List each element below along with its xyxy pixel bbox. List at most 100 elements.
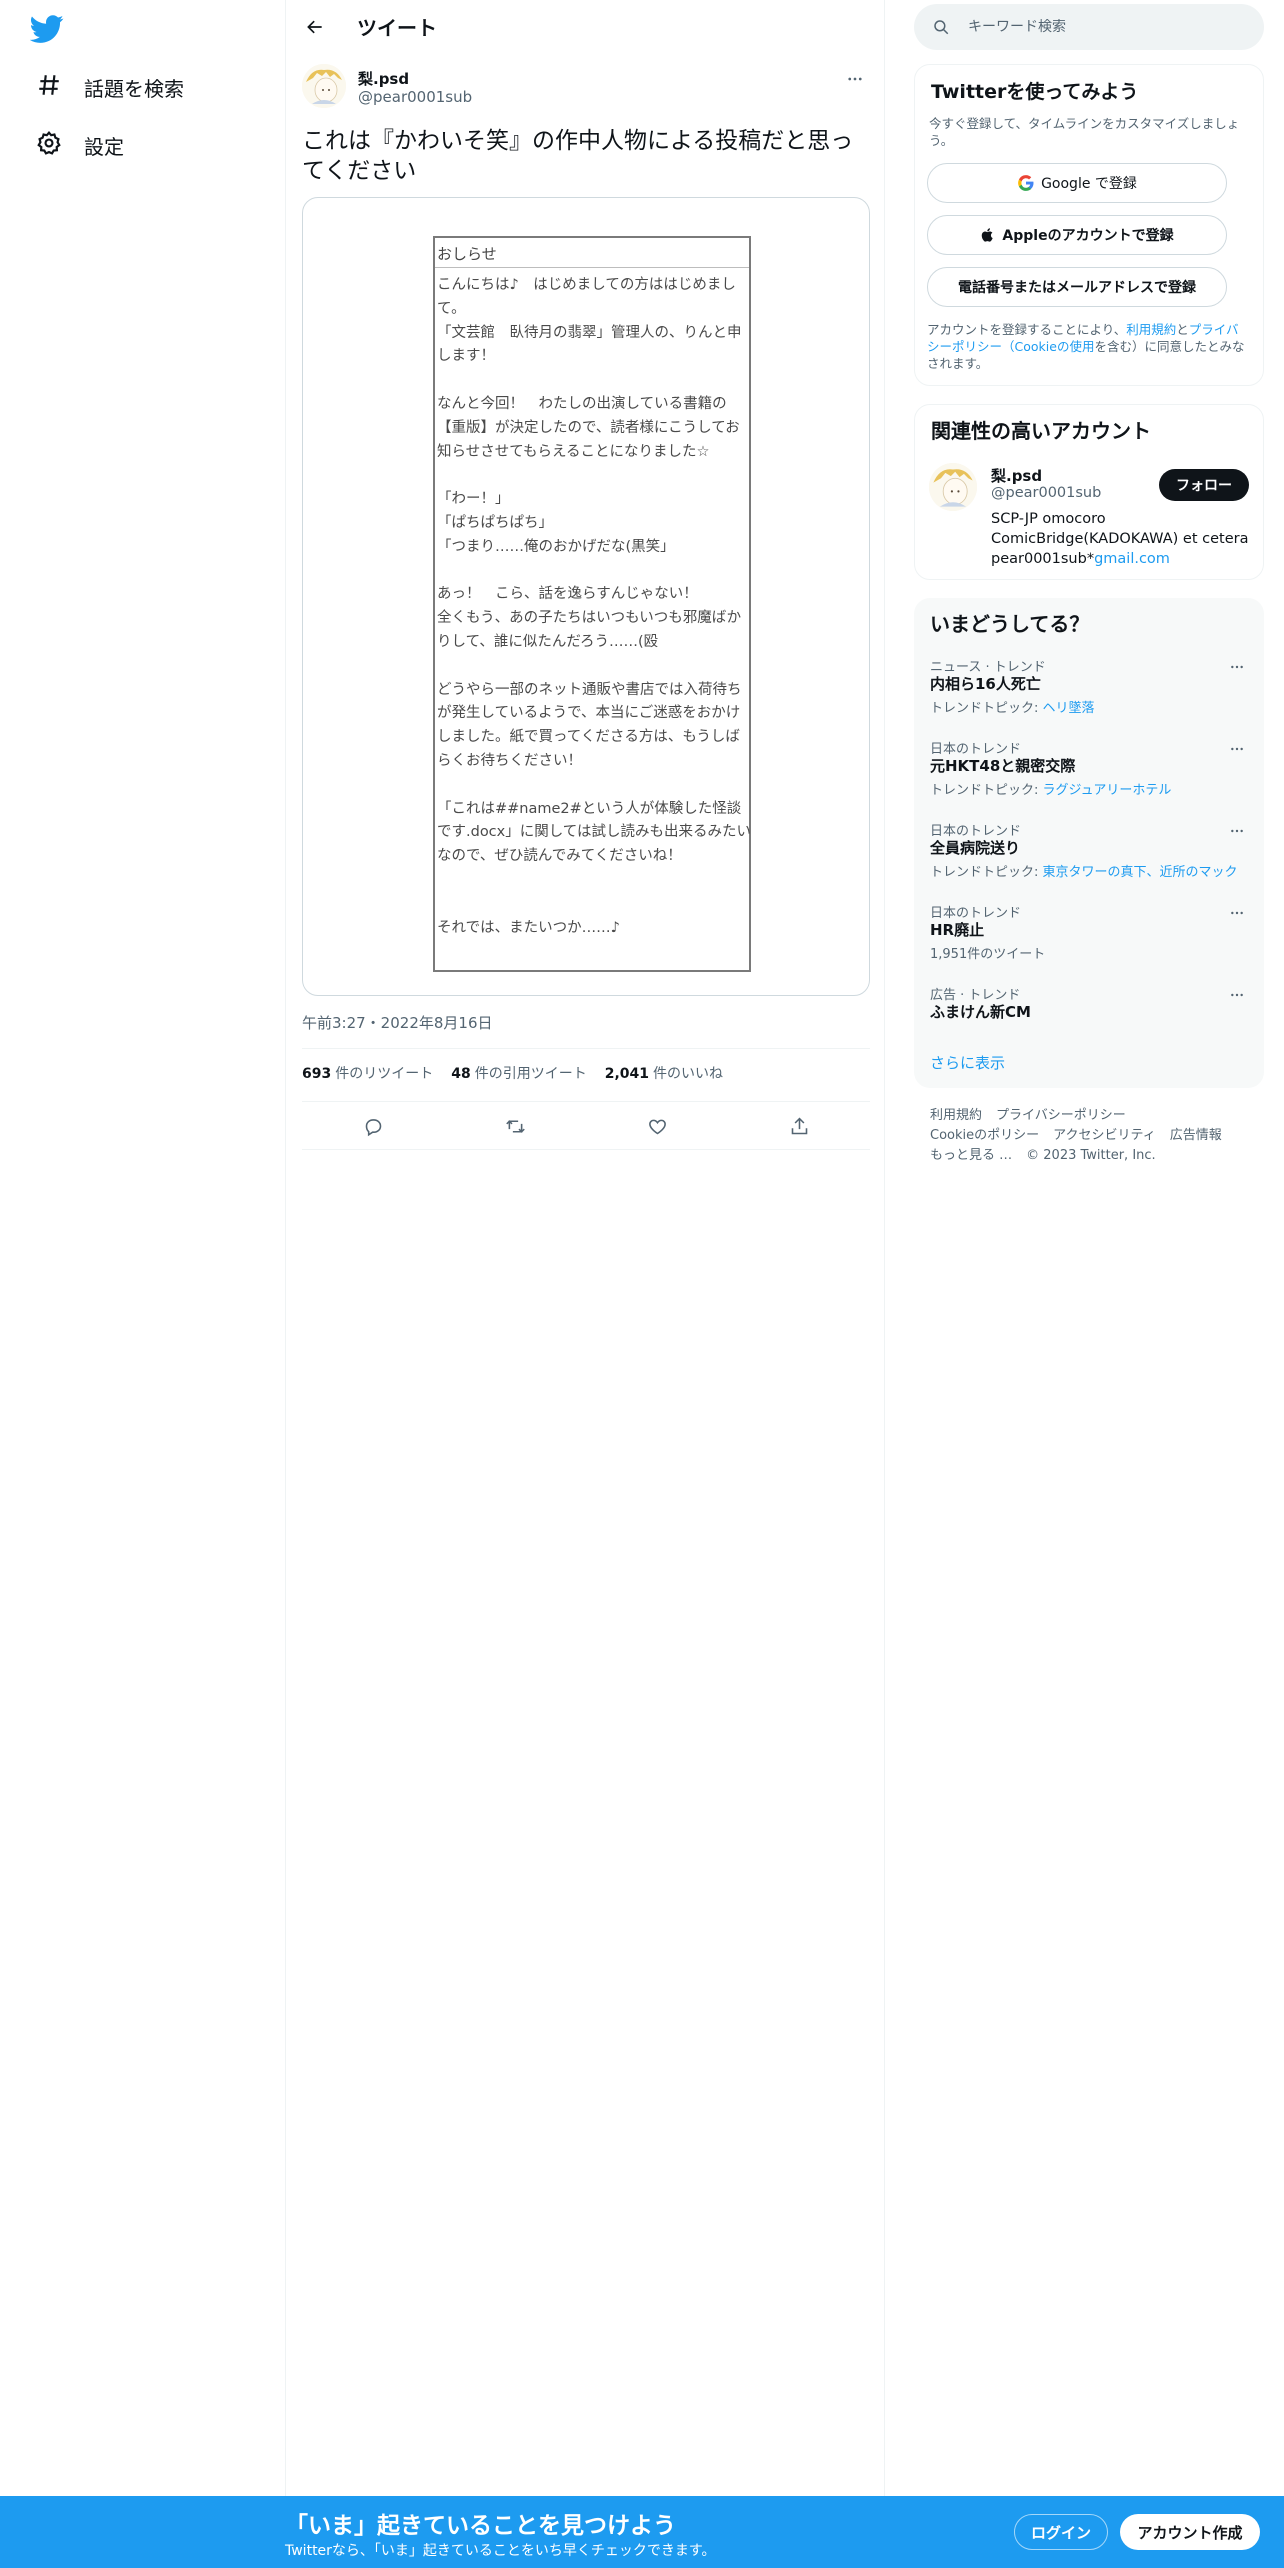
trend-name: 全員病院送り bbox=[930, 839, 1021, 857]
more-horizontal-icon bbox=[1231, 911, 1243, 915]
tweet-timestamp[interactable]: 午前3:27・2022年8月16日 bbox=[302, 1012, 493, 1033]
left-navigation: 話題を検索 設定 bbox=[0, 0, 285, 2496]
apple-signup-button[interactable]: Appleのアカウントで登録 bbox=[927, 215, 1227, 255]
tweet-image[interactable]: おしらせ こんにちは♪ はじめましての方ははじめまして。 「文芸館 臥待月の翡翠… bbox=[302, 197, 870, 996]
trend-meta: トレンドトピック: ラグジュアリーホテル bbox=[930, 779, 1171, 798]
trend-item[interactable]: 日本のトレンド HR廃止 1,951件のツイート bbox=[914, 902, 1264, 982]
phone-email-signup-button[interactable]: 電話番号またはメールアドレスで登録 bbox=[927, 267, 1227, 307]
trend-meta: トレンドトピック: 東京タワーの真下、近所のマック bbox=[930, 861, 1238, 880]
search-input[interactable] bbox=[968, 19, 1248, 35]
nav-item-settings[interactable]: 設定 bbox=[22, 120, 138, 170]
trend-name: HR廃止 bbox=[930, 921, 985, 939]
more-horizontal-icon bbox=[1231, 665, 1243, 669]
heart-icon bbox=[648, 1119, 666, 1134]
share-button[interactable] bbox=[781, 1108, 817, 1144]
trend-more-button[interactable] bbox=[1224, 818, 1250, 844]
nav-item-explore[interactable]: 話題を検索 bbox=[22, 62, 198, 112]
legal-prefix: アカウントを登録することにより、 bbox=[927, 322, 1127, 337]
like-button[interactable] bbox=[639, 1108, 675, 1144]
divider bbox=[302, 1048, 870, 1049]
search-bar[interactable] bbox=[914, 4, 1264, 50]
tweet-text: これは『かわいそ笑』の作中人物による投稿だと思ってください bbox=[302, 128, 854, 184]
twitter-logo-icon[interactable] bbox=[29, 12, 66, 48]
likes-stat[interactable]: 2,041 件のいいね bbox=[605, 1063, 723, 1089]
footer-link-ads[interactable]: 広告情報 bbox=[1170, 1128, 1222, 1143]
trends-title: いまどうしてる？ bbox=[930, 612, 1090, 636]
gear-icon bbox=[36, 130, 62, 160]
google-icon bbox=[1018, 175, 1034, 191]
trend-meta-prefix: トレンドトピック: bbox=[930, 865, 1043, 880]
login-button[interactable]: ログイン bbox=[1014, 2514, 1108, 2550]
relevant-accounts-card: 関連性の高いアカウント 梨.psd @pear0001sub フォロー SCP-… bbox=[914, 404, 1264, 580]
trend-item[interactable]: 日本のトレンド 元HKT48と親密交際 トレンドトピック: ラグジュアリーホテル bbox=[914, 738, 1264, 818]
terms-link[interactable]: 利用規約 bbox=[1126, 322, 1176, 337]
hashtag-icon bbox=[36, 72, 62, 102]
reply-button[interactable] bbox=[355, 1108, 391, 1144]
tweet-header: ツイート bbox=[286, 0, 884, 53]
bottom-bar-subtitle: Twitterなら、「いま」起きていることをいち早くチェックできます。 bbox=[285, 2543, 716, 2559]
tweet-more-button[interactable] bbox=[840, 64, 870, 94]
phone-email-signup-label: 電話番号またはメールアドレスで登録 bbox=[958, 280, 1196, 296]
trend-more-button[interactable] bbox=[1224, 736, 1250, 762]
nav-item-explore-label: 話題を検索 bbox=[84, 76, 184, 101]
relevant-account-avatar[interactable] bbox=[929, 463, 977, 511]
create-account-button[interactable]: アカウント作成 bbox=[1120, 2514, 1260, 2550]
page-title: ツイート bbox=[357, 16, 437, 40]
bio-link[interactable]: gmail.com bbox=[1094, 551, 1170, 567]
tweet-stats: 693 件のリツイート 48 件の引用ツイート 2,041 件のいいね bbox=[302, 1063, 723, 1089]
trend-meta-prefix: 1,951件のツイート bbox=[930, 947, 1046, 962]
trend-item[interactable]: ニュース · トレンド 内相ら16人死亡 トレンドトピック: ヘリ墜落 bbox=[914, 656, 1264, 736]
relevant-accounts-title: 関連性の高いアカウント bbox=[931, 419, 1151, 443]
cookie-link[interactable]: Cookieの使用 bbox=[1015, 339, 1095, 354]
legal-and: と bbox=[1176, 322, 1189, 337]
trend-more-button[interactable] bbox=[1224, 900, 1250, 926]
bottom-bar-title: 「いま」起きていることを見つけよう bbox=[285, 2513, 676, 2539]
back-button[interactable] bbox=[297, 9, 333, 45]
retweet-button[interactable] bbox=[497, 1108, 533, 1144]
arrow-left-icon bbox=[307, 20, 322, 33]
footer-link-cookie[interactable]: Cookieのポリシー bbox=[930, 1128, 1039, 1143]
nav-item-settings-label: 設定 bbox=[84, 134, 124, 159]
quotes-stat[interactable]: 48 件の引用ツイート bbox=[451, 1063, 586, 1089]
bottom-signup-bar: 「いま」起きていることを見つけよう Twitterなら、「いま」起きていることを… bbox=[0, 2496, 1284, 2568]
signup-card-title: Twitterを使ってみよう bbox=[931, 81, 1139, 103]
trend-topic-link[interactable]: ラグジュアリーホテル bbox=[1043, 783, 1172, 798]
author-handle[interactable]: @pear0001sub bbox=[358, 88, 472, 106]
trend-more-button[interactable] bbox=[1224, 982, 1250, 1008]
footer-links: 利用規約 プライバシーポリシー Cookieのポリシー アクセシビリティ 広告情報 も… bbox=[930, 1106, 1260, 1166]
signup-card: Twitterを使ってみよう 今すぐ登録して、タイムラインをカスタマイズしましょ… bbox=[914, 64, 1264, 386]
footer-link-more[interactable]: もっと見る … bbox=[930, 1148, 1012, 1163]
trends-card: いまどうしてる？ ニュース · トレンド 内相ら16人死亡 トレンドトピック: … bbox=[914, 598, 1264, 1088]
tweet-actions bbox=[302, 1108, 870, 1144]
trend-topic-link[interactable]: 東京タワーの真下、近所のマック bbox=[1043, 865, 1238, 880]
apple-signup-label: Appleのアカウントで登録 bbox=[1002, 228, 1174, 244]
more-horizontal-icon bbox=[1231, 829, 1243, 833]
trend-item[interactable]: 日本のトレンド 全員病院送り トレンドトピック: 東京タワーの真下、近所のマック bbox=[914, 820, 1264, 900]
author-avatar[interactable] bbox=[302, 64, 346, 108]
trend-name: 内相ら16人死亡 bbox=[930, 675, 1041, 693]
footer-link-privacy[interactable]: プライバシーポリシー bbox=[996, 1108, 1126, 1123]
follow-button[interactable]: フォロー bbox=[1159, 469, 1249, 501]
footer-link-terms[interactable]: 利用規約 bbox=[930, 1108, 982, 1123]
more-horizontal-icon bbox=[1231, 993, 1243, 997]
google-signup-button[interactable]: Google で登録 bbox=[927, 163, 1227, 203]
trend-topic-link[interactable]: ヘリ墜落 bbox=[1043, 701, 1095, 716]
trend-meta: 1,951件のツイート bbox=[930, 943, 1045, 962]
show-more-link[interactable]: さらに表示 bbox=[930, 1052, 1005, 1073]
quotes-count: 48 bbox=[451, 1066, 471, 1082]
more-horizontal-icon bbox=[848, 77, 862, 81]
trend-meta-prefix: トレンドトピック: bbox=[930, 701, 1043, 716]
divider bbox=[302, 1101, 870, 1102]
relevant-account-handle[interactable]: @pear0001sub bbox=[991, 485, 1101, 501]
apple-icon bbox=[982, 228, 994, 242]
tweet-author: 梨.psd @pear0001sub bbox=[302, 64, 870, 112]
search-icon bbox=[934, 20, 949, 35]
notice-panel: おしらせ こんにちは♪ はじめましての方ははじめまして。 「文芸館 臥待月の翡翠… bbox=[433, 236, 751, 972]
notice-body: こんにちは♪ はじめましての方ははじめまして。 「文芸館 臥待月の翡翠」管理人の… bbox=[437, 277, 752, 936]
retweets-stat[interactable]: 693 件のリツイート bbox=[302, 1063, 433, 1089]
more-horizontal-icon bbox=[1231, 747, 1243, 751]
trend-more-button[interactable] bbox=[1224, 654, 1250, 680]
footer-link-accessibility[interactable]: アクセシビリティ bbox=[1053, 1128, 1156, 1143]
author-name[interactable]: 梨.psd bbox=[358, 68, 409, 89]
relevant-account-name[interactable]: 梨.psd bbox=[991, 465, 1042, 486]
